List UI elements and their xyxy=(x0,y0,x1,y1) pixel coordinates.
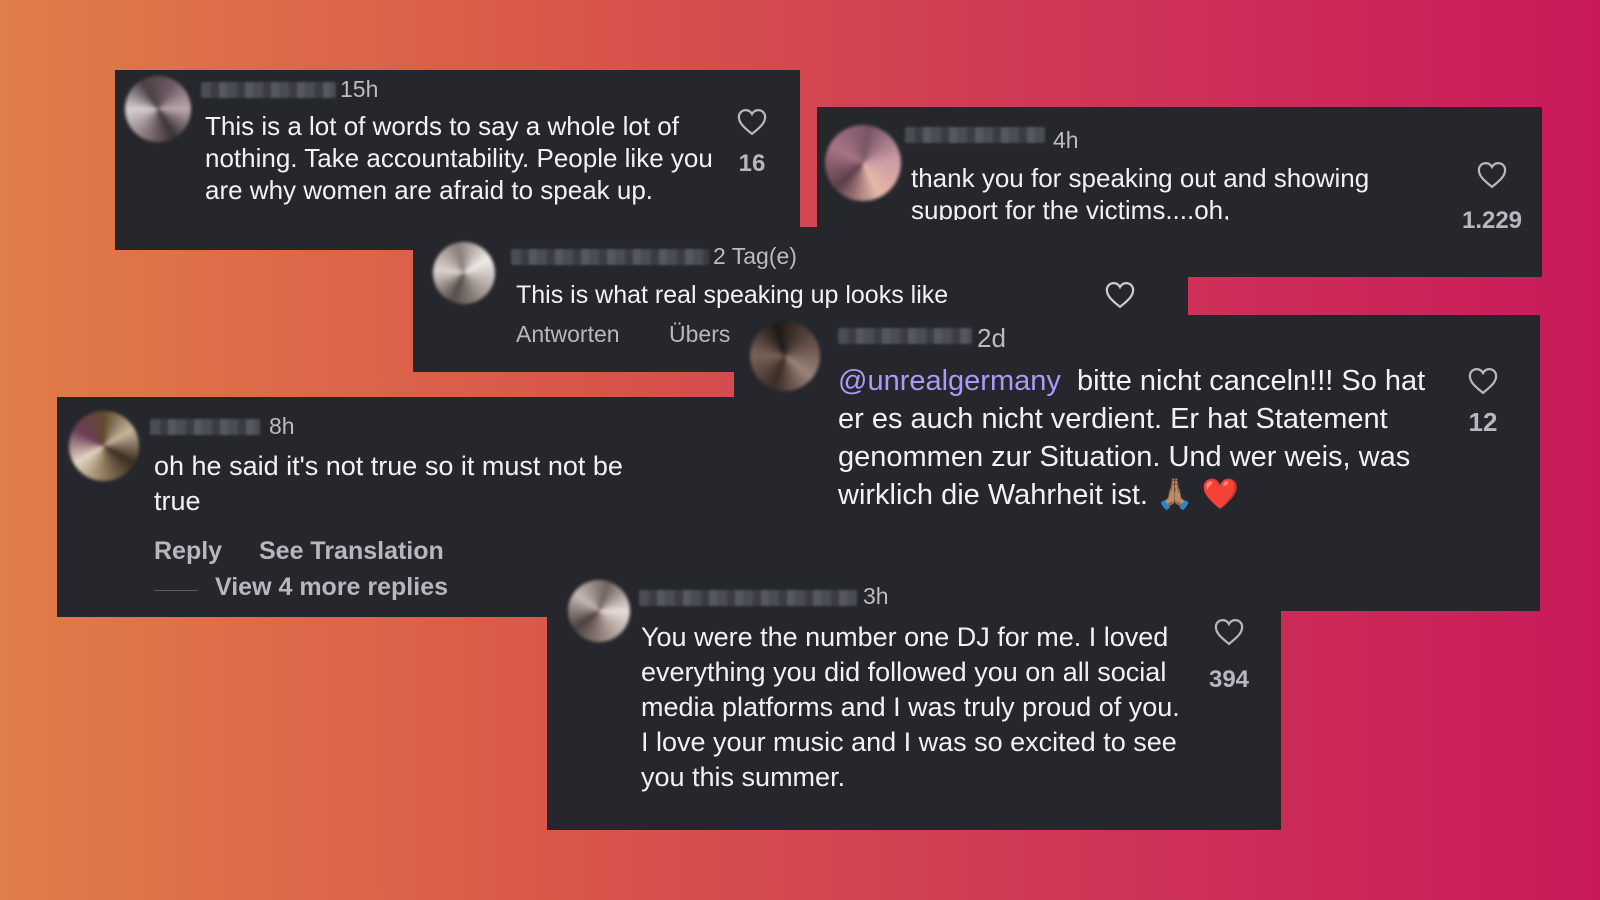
comment-timestamp: 15h xyxy=(340,76,379,102)
username-blurred[interactable] xyxy=(511,249,709,265)
avatar[interactable] xyxy=(568,580,630,642)
comment-text: This is what real speaking up looks like xyxy=(516,281,949,309)
heart-outline-icon[interactable] xyxy=(1105,281,1135,309)
comment-card-6: 3h You were the number one DJ for me. I … xyxy=(547,572,1281,830)
comment-text: thank you for speaking out and showing s… xyxy=(911,163,1370,220)
avatar[interactable] xyxy=(69,411,139,481)
comment-timestamp: 2 Tag(e) xyxy=(713,243,797,269)
username-blurred[interactable] xyxy=(201,82,336,98)
username-blurred[interactable] xyxy=(150,419,260,435)
reply-button[interactable]: Antworten xyxy=(516,321,620,348)
emoji-pray-heart: 🙏🏽 ❤️ xyxy=(1156,478,1240,511)
heart-outline-icon[interactable] xyxy=(1477,161,1507,189)
like-count: 12 xyxy=(1468,407,1498,437)
heart-outline-icon[interactable] xyxy=(1214,618,1244,646)
comment-text: You were the number one DJ for me. I lov… xyxy=(641,622,1180,792)
reply-button[interactable]: Reply xyxy=(154,537,222,566)
comment-text: @unrealgermany bitte nicht canceln!!! So… xyxy=(838,362,1438,514)
comment-card-1: 15h This is a lot of words to say a whol… xyxy=(115,70,800,250)
comment-timestamp: 4h xyxy=(1053,127,1079,153)
view-more-replies-button[interactable]: View 4 more replies xyxy=(215,573,448,602)
avatar[interactable] xyxy=(825,125,901,201)
heart-outline-icon[interactable] xyxy=(737,108,767,136)
like-count: 16 xyxy=(738,150,766,177)
comment-text: oh he said it's not true so it must not … xyxy=(154,451,623,516)
comment-timestamp: 2d xyxy=(977,323,1006,353)
comment-card-4: 2d @unrealgermany bitte nicht canceln!!!… xyxy=(734,315,1540,611)
username-blurred[interactable] xyxy=(639,590,857,606)
comment-timestamp: 3h xyxy=(863,583,889,609)
comment-text: This is a lot of words to say a whole lo… xyxy=(205,111,713,205)
avatar[interactable] xyxy=(433,242,495,304)
avatar[interactable] xyxy=(125,76,191,142)
like-count: 1.229 xyxy=(1461,207,1523,234)
like-count: 394 xyxy=(1208,666,1250,693)
username-blurred[interactable] xyxy=(838,328,972,344)
heart-outline-icon[interactable] xyxy=(1468,367,1498,395)
avatar[interactable] xyxy=(750,321,820,391)
comment-timestamp: 8h xyxy=(269,413,295,439)
username-blurred[interactable] xyxy=(905,127,1045,143)
translate-button[interactable]: Übers xyxy=(669,321,730,348)
replies-divider xyxy=(154,590,198,591)
see-translation-button[interactable]: See Translation xyxy=(259,537,444,566)
mention-link[interactable]: @unrealgermany xyxy=(838,365,1061,397)
